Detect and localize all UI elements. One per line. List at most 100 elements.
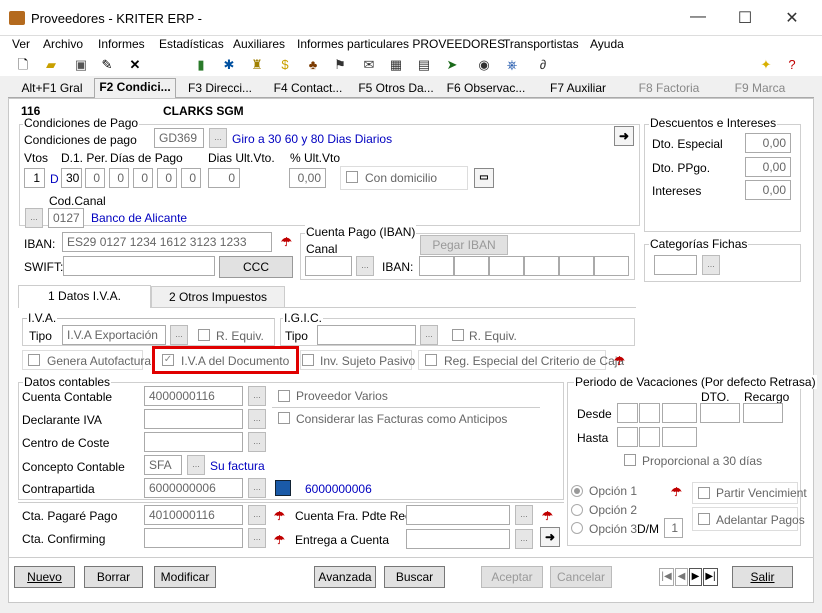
adelantar-pagos-checkbox[interactable]	[698, 513, 710, 525]
vtos-field[interactable]: 1	[24, 168, 45, 188]
dias-pago-5[interactable]: 0	[181, 168, 201, 188]
fra-pdte-tool-icon[interactable]: ☂	[542, 509, 553, 523]
entrega-cuenta-lookup-button[interactable]: ...	[515, 529, 533, 549]
pegar-iban-button[interactable]: Pegar IBAN	[420, 235, 508, 255]
cuenta-iban-3[interactable]	[489, 256, 524, 276]
tool-1-icon[interactable]: ▮	[192, 56, 210, 74]
clip-icon[interactable]: ∂	[534, 56, 552, 74]
tool-2-icon[interactable]: ✱	[220, 56, 238, 74]
contrapartida-lookup-button[interactable]: ...	[248, 478, 266, 498]
previous-record-icon[interactable]: ◀	[675, 568, 688, 586]
categorias-lookup-button[interactable]: ...	[702, 255, 720, 275]
help-icon[interactable]: ?	[783, 56, 801, 74]
tab-observaciones[interactable]: F6 Observac...	[440, 80, 532, 98]
entrega-arrow-button[interactable]: ➜	[540, 527, 560, 547]
iva-tipo-lookup-button[interactable]: ...	[170, 325, 188, 345]
cod-canal-field[interactable]: 0127	[48, 208, 84, 228]
confirming-field[interactable]	[144, 528, 243, 548]
menu-informes-particulares[interactable]: Informes particulares PROVEEDORES	[297, 37, 505, 51]
first-record-icon[interactable]: |◀	[659, 568, 674, 586]
vacaciones-recargo-field[interactable]	[743, 403, 783, 423]
close-icon[interactable]: ✕	[777, 8, 807, 28]
cancelar-button[interactable]: Cancelar	[550, 566, 612, 588]
menu-ayuda[interactable]: Ayuda	[590, 37, 624, 51]
tool-7-icon[interactable]: ✉	[360, 56, 378, 74]
aceptar-button[interactable]: Aceptar	[481, 566, 543, 588]
desde-dia[interactable]	[617, 403, 638, 423]
pagare-lookup-button[interactable]: ...	[248, 505, 266, 525]
maximize-icon[interactable]: ☐	[730, 8, 760, 28]
dias-ult-vto-field[interactable]: 0	[208, 168, 240, 188]
fra-pdte-lookup-button[interactable]: ...	[515, 505, 533, 525]
dias-pago-1[interactable]: 0	[85, 168, 105, 188]
ccc-button[interactable]: CCC	[219, 256, 293, 278]
cuenta-iban-2[interactable]	[454, 256, 489, 276]
subtab-otros-impuestos[interactable]: 2 Otros Impuestos	[151, 286, 285, 308]
centro-coste-lookup-button[interactable]: ...	[248, 432, 266, 452]
buscar-button[interactable]: Buscar	[384, 566, 445, 588]
declarante-field[interactable]	[144, 409, 243, 429]
igic-requiv-checkbox[interactable]	[452, 329, 464, 341]
tab-otros-datos[interactable]: F5 Otros Da...	[352, 80, 440, 98]
dias-pago-3[interactable]: 0	[133, 168, 153, 188]
pct-ult-vto-field[interactable]: 0,00	[289, 168, 326, 188]
menu-estadisticas[interactable]: Estadísticas	[159, 37, 224, 51]
hasta-ano[interactable]	[662, 427, 697, 447]
cuenta-iban-4[interactable]	[524, 256, 559, 276]
concepto-lookup-button[interactable]: ...	[187, 455, 205, 475]
iva-documento-checkbox[interactable]: ✓	[162, 354, 174, 366]
tab-factoria[interactable]: F8 Factoria	[624, 80, 714, 98]
tool-6-icon[interactable]: ⚑	[331, 56, 349, 74]
condiciones-pago-lookup-button[interactable]: ...	[209, 128, 227, 148]
concepto-field[interactable]: SFA	[144, 455, 182, 475]
partir-vencimiento-checkbox[interactable]	[698, 487, 710, 499]
dollar-icon[interactable]: $	[276, 56, 294, 74]
opcion2-radio[interactable]	[571, 504, 583, 516]
iban-tool-icon[interactable]: ☂	[281, 235, 292, 249]
iva-tipo-field[interactable]: I.V.A Exportación	[62, 325, 166, 345]
tab-auxiliar[interactable]: F7 Auxiliar	[532, 80, 624, 98]
tab-condiciones[interactable]: F2 Condici...	[94, 78, 176, 98]
iva-requiv-checkbox[interactable]	[198, 329, 210, 341]
opcion3-radio[interactable]	[571, 522, 583, 534]
minimize-icon[interactable]: —	[683, 8, 713, 26]
delete-icon[interactable]: ✕	[126, 56, 144, 74]
open-folder-icon[interactable]: ▰	[42, 56, 60, 74]
opcion-tool-icon[interactable]: ☂	[671, 485, 682, 499]
report-icon[interactable]: ▤	[415, 56, 433, 74]
menu-informes[interactable]: Informes	[98, 37, 145, 51]
con-domicilio-checkbox[interactable]	[346, 171, 358, 183]
tool-5-icon[interactable]: ♣	[304, 56, 322, 74]
edit-icon[interactable]: ✎	[98, 56, 116, 74]
calendar-icon[interactable]	[275, 480, 291, 496]
centro-coste-field[interactable]	[144, 432, 243, 452]
subtab-datos-iva[interactable]: 1 Datos I.V.A.	[18, 285, 151, 308]
intereses-field[interactable]: 0,00	[745, 180, 791, 200]
pagare-tool-icon[interactable]: ☂	[274, 509, 285, 523]
contrapartida-field[interactable]: 6000000006	[144, 478, 243, 498]
tool-3-icon[interactable]: ♜	[248, 56, 266, 74]
lightbulb-icon[interactable]: ✦	[757, 56, 775, 74]
canal-field[interactable]	[305, 256, 352, 276]
avanzada-button[interactable]: Avanzada	[314, 566, 376, 588]
cuenta-iban-1[interactable]	[419, 256, 454, 276]
arrow-right-button[interactable]: ➜	[614, 126, 634, 146]
next-record-icon[interactable]: ▶	[689, 568, 702, 586]
cuenta-iban-5[interactable]	[559, 256, 594, 276]
menu-transportistas[interactable]: Transportistas	[503, 37, 579, 51]
confirming-tool-icon[interactable]: ☂	[274, 533, 285, 547]
menu-archivo[interactable]: Archivo	[43, 37, 83, 51]
swift-field[interactable]	[63, 256, 215, 276]
new-document-icon[interactable]: 🗋	[14, 56, 32, 74]
vacaciones-dto-field[interactable]	[700, 403, 740, 423]
desde-ano[interactable]	[662, 403, 697, 423]
tool-10-icon[interactable]: ➤	[443, 56, 461, 74]
reg-especial-tool-icon[interactable]: ☂	[614, 354, 625, 368]
condiciones-pago-code[interactable]: GD369	[154, 128, 204, 148]
grid-icon[interactable]: ▦	[387, 56, 405, 74]
entrega-cuenta-field[interactable]	[406, 529, 510, 549]
borrar-button[interactable]: Borrar	[84, 566, 143, 588]
iban-field[interactable]: ES29 0127 1234 1612 3123 1233	[62, 232, 272, 252]
tab-marca[interactable]: F9 Marca	[714, 80, 806, 98]
genera-autofactura-checkbox[interactable]	[28, 354, 40, 366]
